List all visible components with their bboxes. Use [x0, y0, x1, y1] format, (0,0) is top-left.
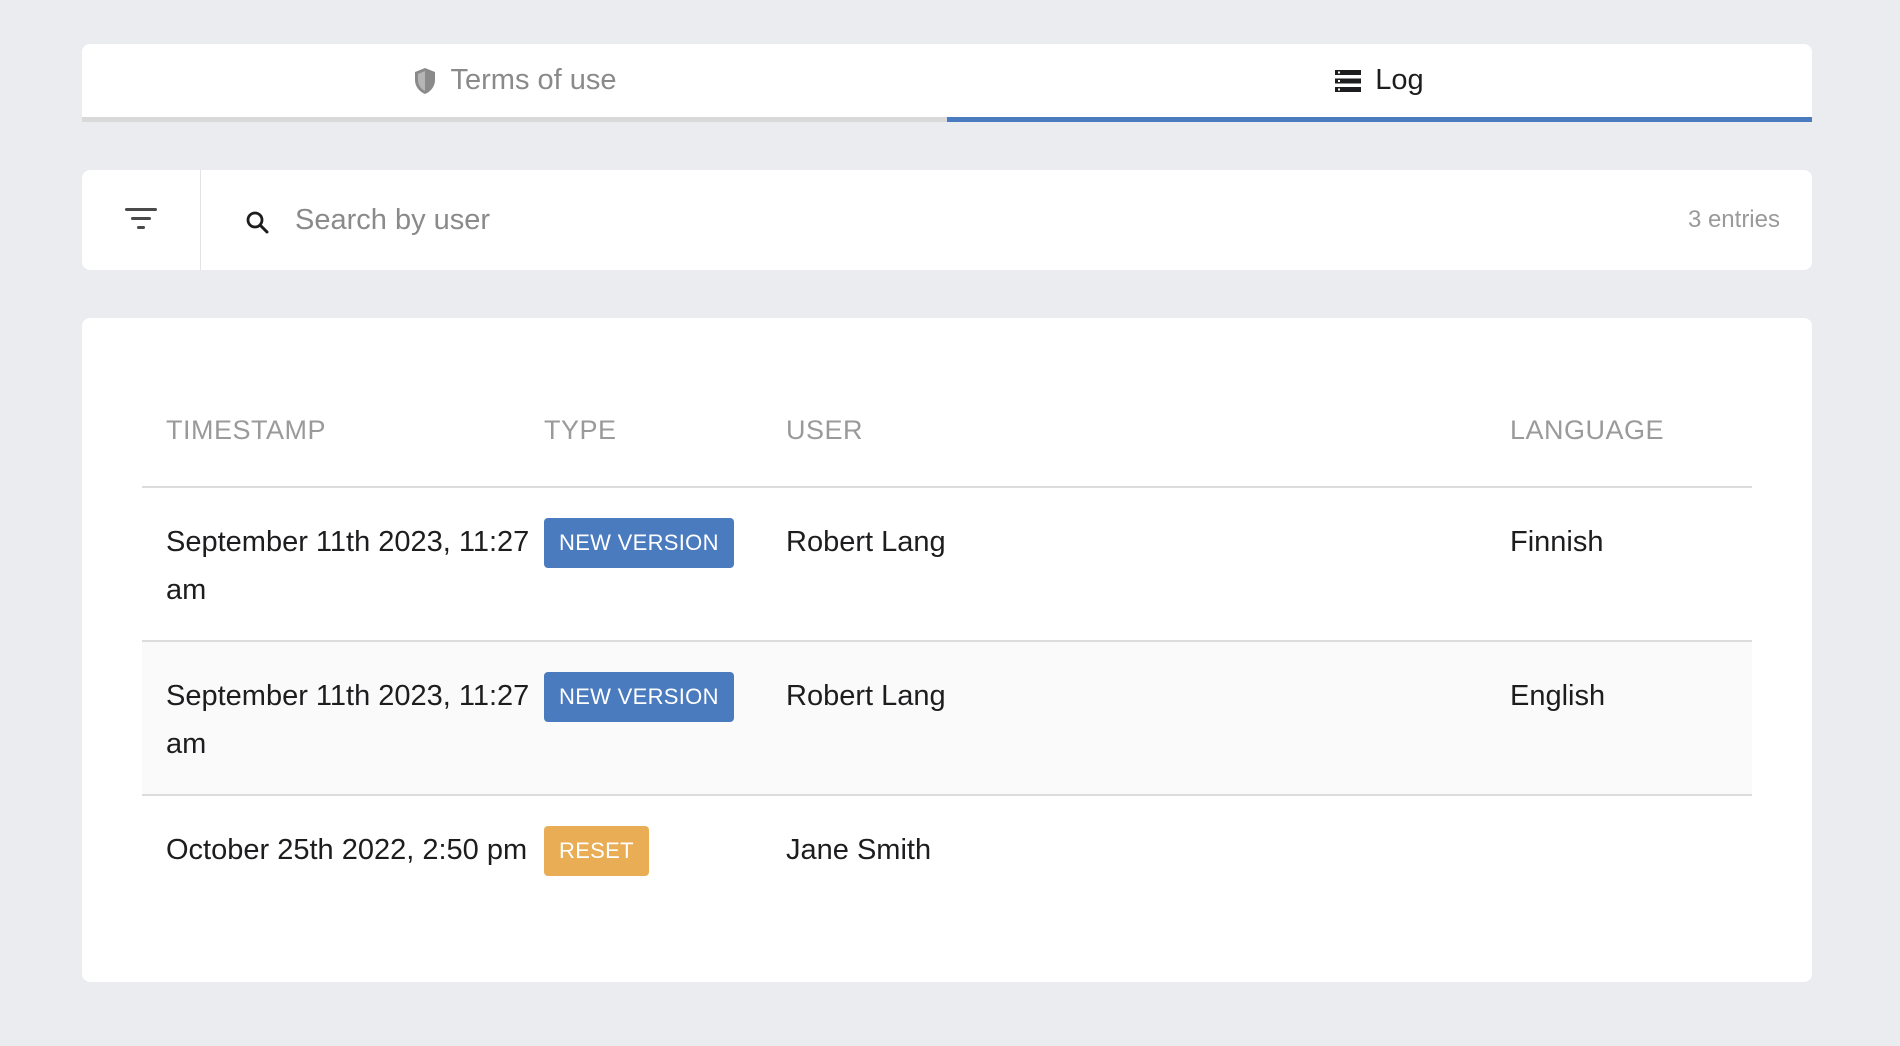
cell-user: Robert Lang	[786, 680, 946, 712]
cell-user: Robert Lang	[786, 526, 946, 558]
search-input[interactable]	[295, 203, 1688, 237]
cell-timestamp: September 11th 2023, 11:27 am	[166, 680, 530, 760]
entries-count: 3 entries	[1687, 206, 1780, 233]
type-badge: NEW VERSION	[544, 518, 734, 568]
search-bar: 3 entries	[82, 170, 1812, 270]
cell-user: Jane Smith	[786, 834, 932, 866]
header-type[interactable]: TYPE	[544, 415, 786, 446]
table-row[interactable]: October 25th 2022, 2:50 pm RESET Jane Sm…	[142, 796, 1752, 950]
tab-bar: Terms of use Log	[82, 44, 1812, 122]
cell-language: English	[1510, 680, 1606, 712]
table-row[interactable]: September 11th 2023, 11:27 am NEW VERSIO…	[142, 642, 1752, 796]
type-badge: RESET	[544, 826, 649, 876]
header-timestamp[interactable]: TIMESTAMP	[142, 415, 544, 446]
log-table: TIMESTAMP TYPE USER LANGUAGE September 1…	[142, 374, 1752, 950]
header-language[interactable]: LANGUAGE	[1510, 415, 1752, 446]
tab-terms-of-use[interactable]: Terms of use	[82, 44, 947, 122]
cell-type: RESET	[544, 826, 786, 876]
cell-type: NEW VERSION	[544, 518, 786, 568]
table-row[interactable]: September 11th 2023, 11:27 am NEW VERSIO…	[142, 488, 1752, 642]
tab-log[interactable]: Log	[947, 44, 1812, 122]
cell-timestamp: September 11th 2023, 11:27 am	[166, 526, 530, 606]
cell-timestamp: October 25th 2022, 2:50 pm	[166, 834, 528, 866]
log-card: TIMESTAMP TYPE USER LANGUAGE September 1…	[82, 318, 1812, 982]
filter-icon	[125, 206, 157, 235]
search-area: 3 entries	[201, 170, 1812, 270]
list-icon	[1335, 69, 1362, 92]
header-user[interactable]: USER	[786, 415, 1510, 446]
type-badge: NEW VERSION	[544, 672, 734, 722]
tab-label: Log	[1375, 64, 1424, 96]
cell-language: Finnish	[1510, 526, 1604, 558]
shield-icon	[413, 67, 437, 95]
filter-button[interactable]	[82, 170, 201, 270]
table-header: TIMESTAMP TYPE USER LANGUAGE	[142, 374, 1752, 488]
tab-label: Terms of use	[450, 64, 617, 96]
search-icon	[245, 210, 269, 239]
cell-type: NEW VERSION	[544, 672, 786, 722]
